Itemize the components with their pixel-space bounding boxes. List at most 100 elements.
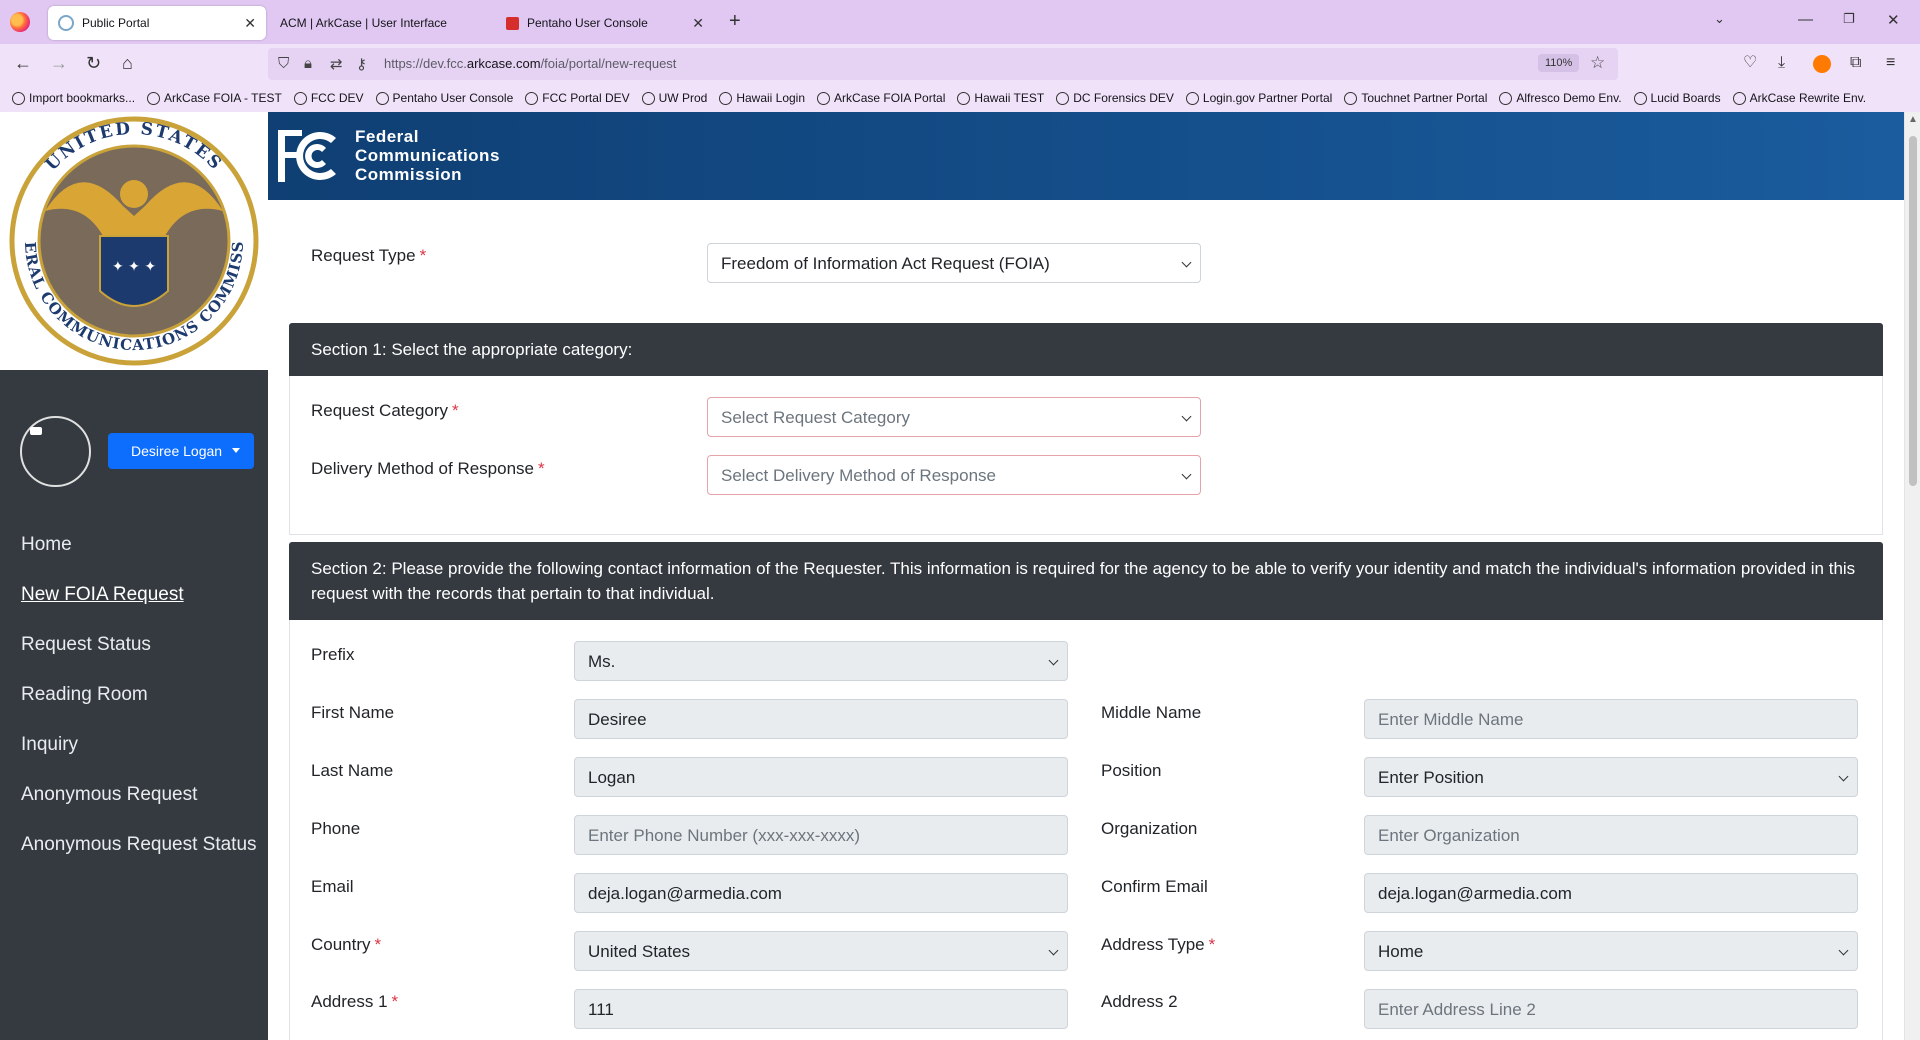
sidebar-item-request-status[interactable]: Request Status: [21, 630, 257, 680]
sidebar-item-home[interactable]: Home: [21, 530, 257, 580]
globe-icon: [719, 91, 733, 105]
bookmark-item[interactable]: Hawaii TEST: [957, 91, 1044, 105]
bookmark-item[interactable]: FCC DEV: [293, 91, 364, 105]
tab-arkcase-ui[interactable]: ACM | ArkCase | User Interface: [270, 6, 488, 40]
list-tabs-icon[interactable]: ⌄: [1714, 11, 1725, 27]
first-name-field[interactable]: Desiree: [574, 699, 1068, 739]
fcc-agency-name: Federal Communications Commission: [355, 127, 500, 184]
sidebar-item-inquiry[interactable]: Inquiry: [21, 730, 257, 780]
url-path: /foia/portal/new-request: [540, 56, 677, 71]
url-prefix: https://dev.fcc.: [384, 56, 467, 71]
bookmark-label: ArkCase FOIA - TEST: [164, 91, 282, 105]
address-1-field[interactable]: 111: [574, 989, 1068, 1029]
tab-title: Public Portal: [82, 16, 150, 30]
bookmark-item[interactable]: Touchnet Partner Portal: [1344, 91, 1487, 105]
bookmark-item[interactable]: DC Forensics DEV: [1056, 91, 1174, 105]
bookmark-item[interactable]: UW Prod: [641, 91, 707, 105]
request-category-label: Request Category *: [311, 401, 459, 420]
bookmark-item[interactable]: Pentaho User Console: [375, 91, 513, 105]
bookmark-item[interactable]: ArkCase Rewrite Env.: [1732, 91, 1866, 105]
pocket-icon[interactable]: ♡: [1743, 53, 1757, 73]
avatar[interactable]: [20, 416, 91, 487]
address-1-label: Address 1 *: [311, 992, 399, 1011]
fcc-seal: ✦ ✦ ✦ UNITED STATES FEDERAL COMMUNICATIO…: [0, 112, 268, 370]
close-tab-icon[interactable]: ✕: [692, 15, 704, 32]
bookmark-item[interactable]: Alfresco Demo Env.: [1499, 91, 1622, 105]
user-menu-button[interactable]: Desiree Logan: [108, 433, 254, 469]
globe-icon: [375, 91, 389, 105]
phone-label: Phone: [311, 819, 361, 838]
phone-field[interactable]: Enter Phone Number (xxx-xxx-xxxx): [574, 815, 1068, 855]
page-scrollbar[interactable]: ▲: [1904, 112, 1920, 1040]
globe-icon: [957, 91, 971, 105]
sidebar-item-anonymous-request-status[interactable]: Anonymous Request Status: [21, 830, 257, 880]
browser-tab-bar: Public Portal ✕ ACM | ArkCase | User Int…: [0, 0, 1920, 44]
extensions-puzzle-icon[interactable]: ⧉: [1850, 53, 1861, 73]
fcc-seal-icon: ✦ ✦ ✦ UNITED STATES FEDERAL COMMUNICATIO…: [5, 116, 259, 366]
forward-icon[interactable]: →: [50, 53, 68, 73]
bookmark-item[interactable]: ArkCase FOIA - TEST: [147, 91, 282, 105]
first-name-label: First Name: [311, 703, 395, 722]
country-select[interactable]: United States: [574, 931, 1068, 971]
bookmark-label: FCC DEV: [310, 91, 364, 105]
tab-title: Pentaho User Console: [527, 16, 648, 30]
last-name-field[interactable]: Logan: [574, 757, 1068, 797]
restore-icon[interactable]: ❐: [1843, 11, 1855, 27]
globe-icon: [1499, 91, 1513, 105]
bookmark-item[interactable]: Import bookmarks...: [12, 91, 135, 105]
back-icon[interactable]: ←: [14, 53, 32, 73]
bookmark-item[interactable]: Hawaii Login: [719, 91, 805, 105]
url-bar[interactable]: ⛉ 🔒︎ ⇄ ⚷ https://dev.fcc.arkcase.com/foi…: [268, 48, 1618, 80]
close-tab-icon[interactable]: ✕: [244, 15, 256, 32]
sidebar: ✦ ✦ ✦ UNITED STATES FEDERAL COMMUNICATIO…: [0, 112, 268, 1040]
sidebar-item-anonymous-request[interactable]: Anonymous Request: [21, 780, 257, 830]
close-window-icon[interactable]: ✕: [1887, 11, 1900, 29]
home-icon[interactable]: ⌂: [122, 53, 133, 73]
sidebar-item-reading-room[interactable]: Reading Room: [21, 680, 257, 730]
permissions-icon[interactable]: ⇄: [330, 55, 343, 73]
scroll-up-icon[interactable]: ▲: [1908, 114, 1918, 125]
bookmark-item[interactable]: FCC Portal DEV: [525, 91, 630, 105]
minimize-icon[interactable]: —: [1798, 11, 1813, 28]
country-label: Country *: [311, 935, 382, 954]
organization-field[interactable]: Enter Organization: [1364, 815, 1858, 855]
position-select[interactable]: Enter Position: [1364, 757, 1858, 797]
firefox-icon[interactable]: [10, 12, 30, 32]
tab-public-portal[interactable]: Public Portal ✕: [48, 6, 266, 40]
url-domain: arkcase.com: [466, 56, 541, 71]
bookmark-star-icon[interactable]: ☆: [1590, 53, 1605, 73]
fcc-logo-icon: [278, 130, 336, 182]
extension-icon[interactable]: [1813, 55, 1831, 73]
email-field[interactable]: deja.logan@armedia.com: [574, 873, 1068, 913]
address-2-field[interactable]: Enter Address Line 2: [1364, 989, 1858, 1029]
bookmark-item[interactable]: ArkCase FOIA Portal: [817, 91, 945, 105]
downloads-icon[interactable]: ⤓: [1778, 53, 1785, 73]
new-tab-icon[interactable]: +: [729, 10, 741, 33]
prefix-label: Prefix: [311, 645, 355, 664]
middle-name-field[interactable]: Enter Middle Name: [1364, 699, 1858, 739]
request-category-select[interactable]: Select Request Category: [707, 397, 1201, 437]
globe-icon: [1344, 91, 1358, 105]
globe-icon: [525, 91, 539, 105]
bookmark-label: Hawaii TEST: [974, 91, 1045, 105]
request-type-select[interactable]: Freedom of Information Act Request (FOIA…: [707, 243, 1201, 283]
reload-icon[interactable]: ↻: [86, 53, 101, 73]
bookmark-label: Lucid Boards: [1650, 91, 1721, 105]
confirm-email-field[interactable]: deja.logan@armedia.com: [1364, 873, 1858, 913]
prefix-select[interactable]: Ms.: [574, 641, 1068, 681]
sidebar-item-new-foia-request[interactable]: New FOIA Request: [21, 580, 257, 630]
bookmark-item[interactable]: Login.gov Partner Portal: [1185, 91, 1332, 105]
address-type-select[interactable]: Home: [1364, 931, 1858, 971]
lock-icon[interactable]: 🔒︎: [304, 55, 312, 72]
menu-icon[interactable]: ≡: [1886, 53, 1895, 73]
url-text[interactable]: https://dev.fcc.arkcase.com/foia/portal/…: [384, 56, 676, 71]
scrollbar-thumb[interactable]: [1909, 136, 1917, 486]
bookmark-item[interactable]: Lucid Boards: [1633, 91, 1721, 105]
banner-line-1: Federal: [355, 127, 419, 146]
banner-line-3: Commission: [355, 165, 463, 184]
zoom-level-badge[interactable]: 110%: [1538, 54, 1580, 72]
shield-icon[interactable]: ⛉: [278, 55, 289, 72]
key-icon[interactable]: ⚷: [356, 55, 367, 73]
tab-pentaho[interactable]: Pentaho User Console ✕: [496, 6, 714, 40]
delivery-method-select[interactable]: Select Delivery Method of Response: [707, 455, 1201, 495]
